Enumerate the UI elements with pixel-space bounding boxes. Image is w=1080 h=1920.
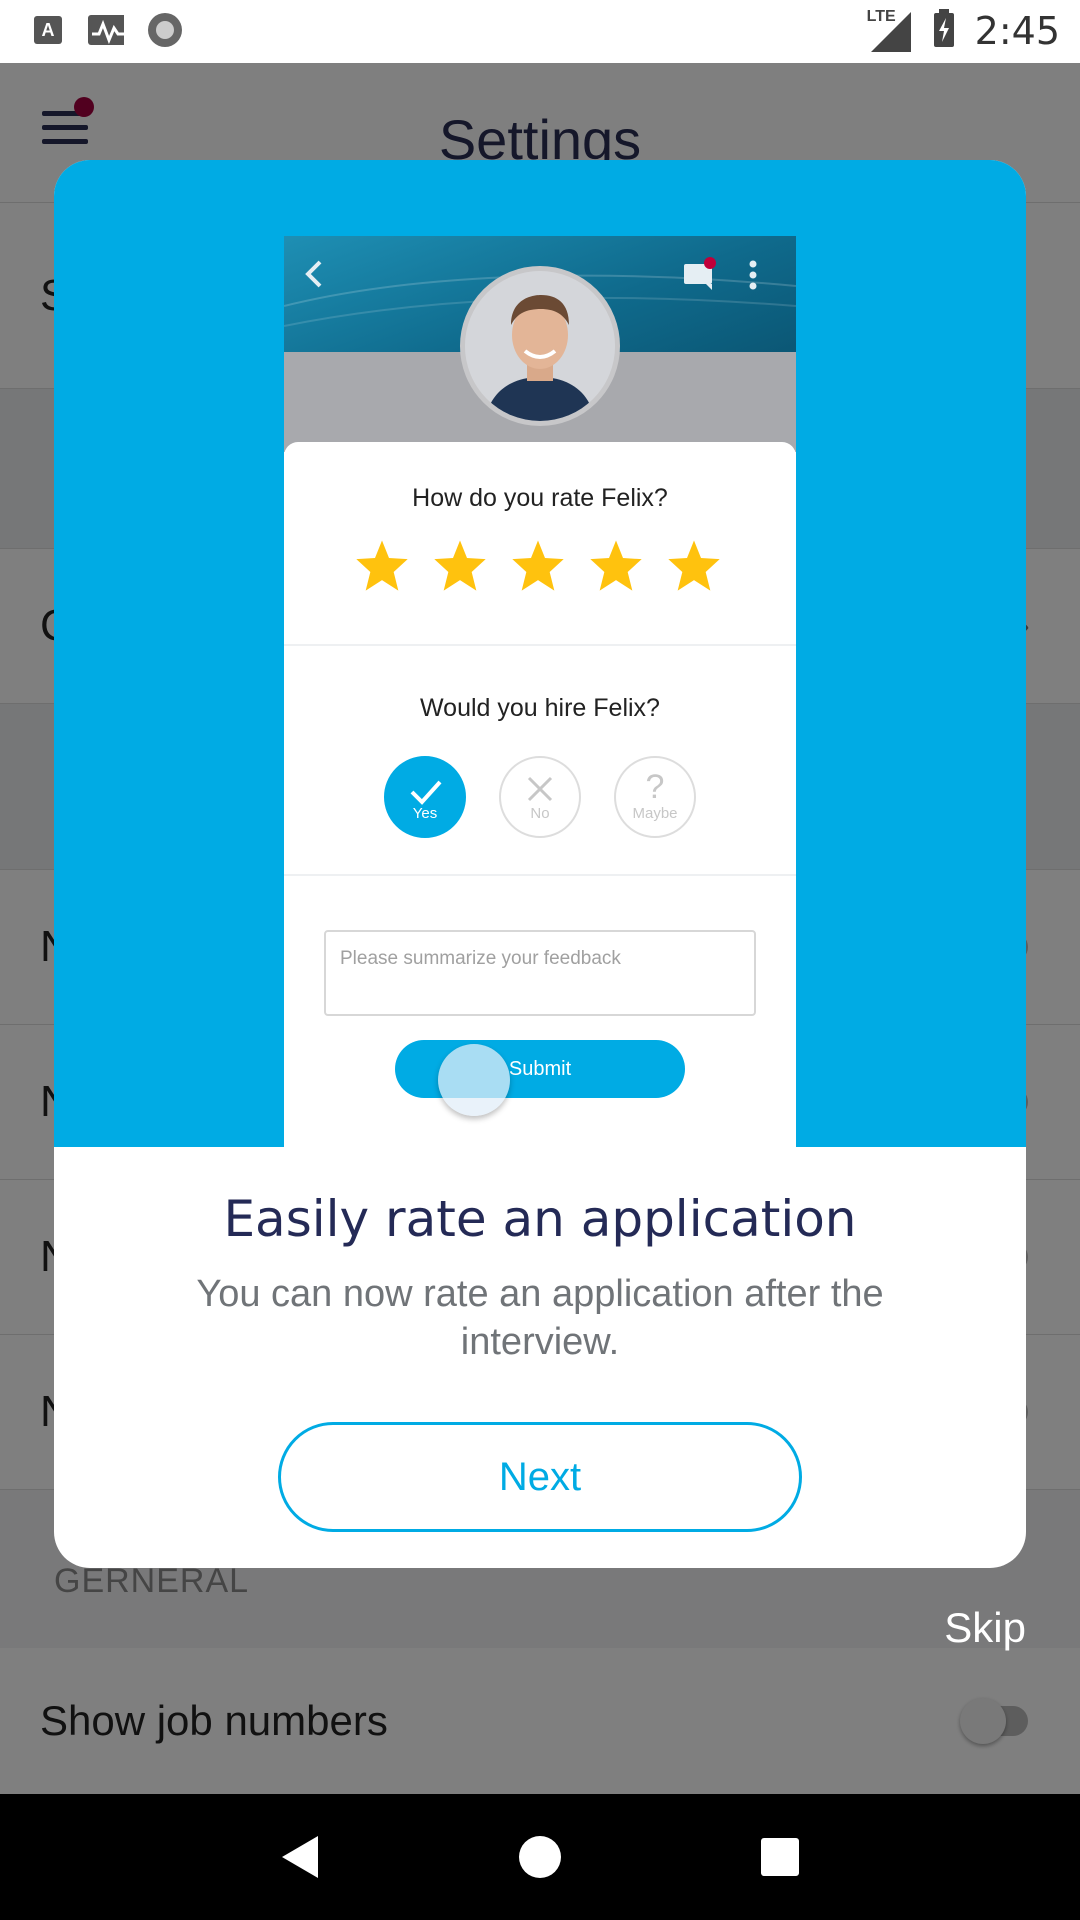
star-icon <box>590 540 642 591</box>
activity-icon <box>88 12 124 48</box>
star-rating <box>354 538 722 592</box>
star-icon <box>668 540 720 591</box>
rating-card: How do you rate Felix? Would you hire Fe… <box>284 442 796 1147</box>
dialog-title: Easily rate an application <box>223 1190 857 1248</box>
star-icon <box>512 540 564 591</box>
question-icon: ? <box>645 768 665 806</box>
phone-preview: How do you rate Felix? Would you hire Fe… <box>284 236 796 1147</box>
signal-icon: LTE <box>867 8 913 54</box>
feature-dialog: How do you rate Felix? Would you hire Fe… <box>54 160 1026 1568</box>
record-icon <box>146 12 182 48</box>
battery-charging-icon <box>931 8 957 54</box>
avatar <box>460 266 620 426</box>
clock: 2:45 <box>974 9 1060 53</box>
divider <box>284 874 796 876</box>
a-notification-icon: A <box>30 12 66 48</box>
svg-text:A: A <box>42 20 55 40</box>
chat-icon <box>680 256 720 301</box>
network-type: LTE <box>866 8 896 25</box>
feedback-field: Please summarize your feedback <box>324 930 756 1016</box>
hire-question: Would you hire Felix? <box>420 694 660 722</box>
skip-button[interactable]: Skip <box>944 1604 1026 1652</box>
navigation-bar <box>0 1794 1080 1920</box>
divider <box>284 644 796 646</box>
dialog-illustration-area: How do you rate Felix? Would you hire Fe… <box>54 160 1026 1147</box>
back-nav-icon[interactable] <box>270 1827 330 1887</box>
hire-option-maybe: ? Maybe <box>614 756 696 838</box>
more-vert-icon <box>746 258 760 297</box>
hire-option-label: No <box>530 805 550 822</box>
hire-option-yes: Yes <box>384 756 466 838</box>
rate-question: How do you rate Felix? <box>412 484 668 512</box>
home-nav-icon[interactable] <box>510 1827 570 1887</box>
back-icon <box>302 256 326 297</box>
star-icon <box>434 540 486 591</box>
hire-option-label: Yes <box>412 805 438 822</box>
status-bar: A LTE 2:45 <box>0 0 1080 63</box>
dialog-body: You can now rate an application after th… <box>196 1273 884 1363</box>
star-icon <box>356 540 408 591</box>
next-button-label: Next <box>498 1454 582 1499</box>
next-button[interactable]: Next <box>278 1422 802 1532</box>
touch-indicator <box>438 1044 510 1116</box>
screen: A LTE 2:45 Settings S <box>0 0 1080 1920</box>
recents-nav-icon[interactable] <box>750 1827 810 1887</box>
hire-option-no: No <box>499 756 581 838</box>
hire-option-label: Maybe <box>632 805 678 822</box>
